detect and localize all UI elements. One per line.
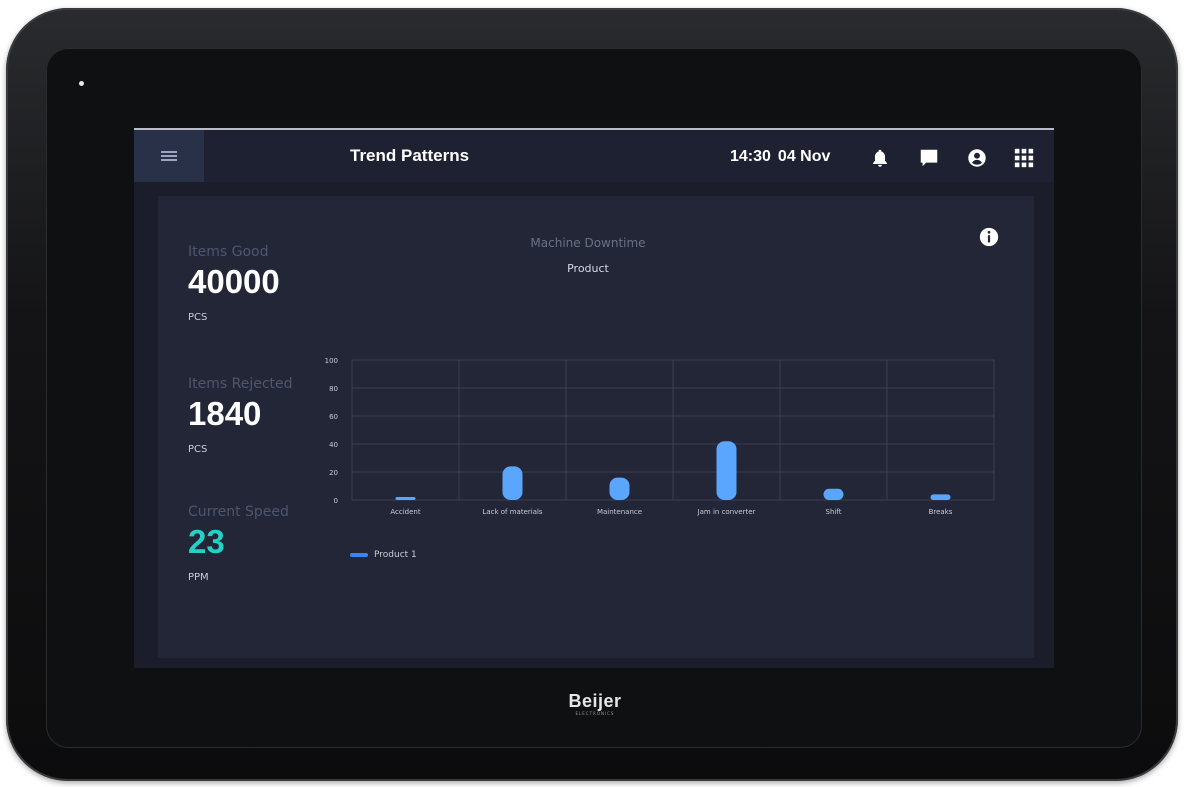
hmi-screen: Trend Patterns 14:30 04 Nov Items Good 4…	[134, 128, 1054, 668]
y-tick-label: 100	[325, 357, 338, 365]
brand-subtitle: ELECTRONICS	[575, 711, 615, 716]
kpi-current-speed: Current Speed 23 PPM	[188, 504, 289, 583]
x-tick-label: Accident	[390, 508, 420, 516]
bar	[823, 488, 844, 500]
hamburger-menu-icon	[161, 151, 177, 161]
kpi-label: Current Speed	[188, 504, 289, 520]
kpi-unit: PPM	[188, 572, 209, 583]
kpi-label: Items Rejected	[188, 376, 293, 392]
kpi-value: 40000	[188, 263, 280, 300]
x-tick-label: Lack of materials	[482, 508, 543, 516]
chart-legend[interactable]: Product 1	[350, 550, 417, 560]
kpi-unit: PCS	[188, 312, 208, 323]
clock-time: 14:30	[730, 148, 771, 165]
bar	[930, 494, 951, 500]
x-tick-label: Jam in converter	[697, 508, 756, 516]
y-tick-label: 20	[329, 469, 338, 477]
clock-date: 04 Nov	[777, 148, 831, 165]
y-tick-label: 0	[334, 497, 338, 505]
kpi-value: 23	[188, 523, 225, 560]
menu-button[interactable]	[134, 130, 204, 182]
user-icon[interactable]	[966, 147, 988, 169]
info-icon[interactable]	[978, 226, 1000, 248]
bar	[502, 466, 523, 500]
kpi-label: Items Good	[188, 244, 269, 260]
y-tick-label: 40	[329, 441, 338, 449]
trend-panel: Items Good 40000 PCS Items Rejected 1840…	[158, 196, 1034, 658]
x-tick-label: Breaks	[929, 508, 953, 516]
apps-grid-icon[interactable]	[1013, 147, 1035, 169]
bar	[609, 477, 630, 500]
kpi-value: 1840	[188, 395, 262, 432]
power-led	[79, 81, 84, 86]
legend-swatch	[350, 553, 368, 557]
y-tick-label: 60	[329, 413, 338, 421]
bell-icon[interactable]	[869, 147, 891, 169]
page-title: Trend Patterns	[350, 146, 470, 165]
top-bar: Trend Patterns 14:30 04 Nov	[134, 130, 1054, 182]
chart-title: Machine Downtime	[530, 236, 646, 250]
message-icon[interactable]	[918, 147, 940, 169]
y-tick-label: 80	[329, 385, 338, 393]
legend-label: Product 1	[374, 550, 417, 560]
bar	[716, 441, 737, 500]
brand-logo: Beijer	[568, 691, 622, 711]
clock: 14:30 04 Nov	[730, 130, 837, 182]
kpi-items-rejected: Items Rejected 1840 PCS	[188, 376, 293, 455]
kpi-unit: PCS	[188, 444, 208, 455]
kpi-items-good: Items Good 40000 PCS	[188, 244, 280, 323]
x-tick-label: Shift	[826, 508, 842, 516]
x-tick-label: Maintenance	[597, 508, 642, 516]
chart-subtitle: Product	[567, 262, 609, 275]
bar	[395, 497, 416, 500]
downtime-bar-chart: 0 20 40 60 80 100 Accident Lack of materials Mai…	[325, 357, 995, 516]
